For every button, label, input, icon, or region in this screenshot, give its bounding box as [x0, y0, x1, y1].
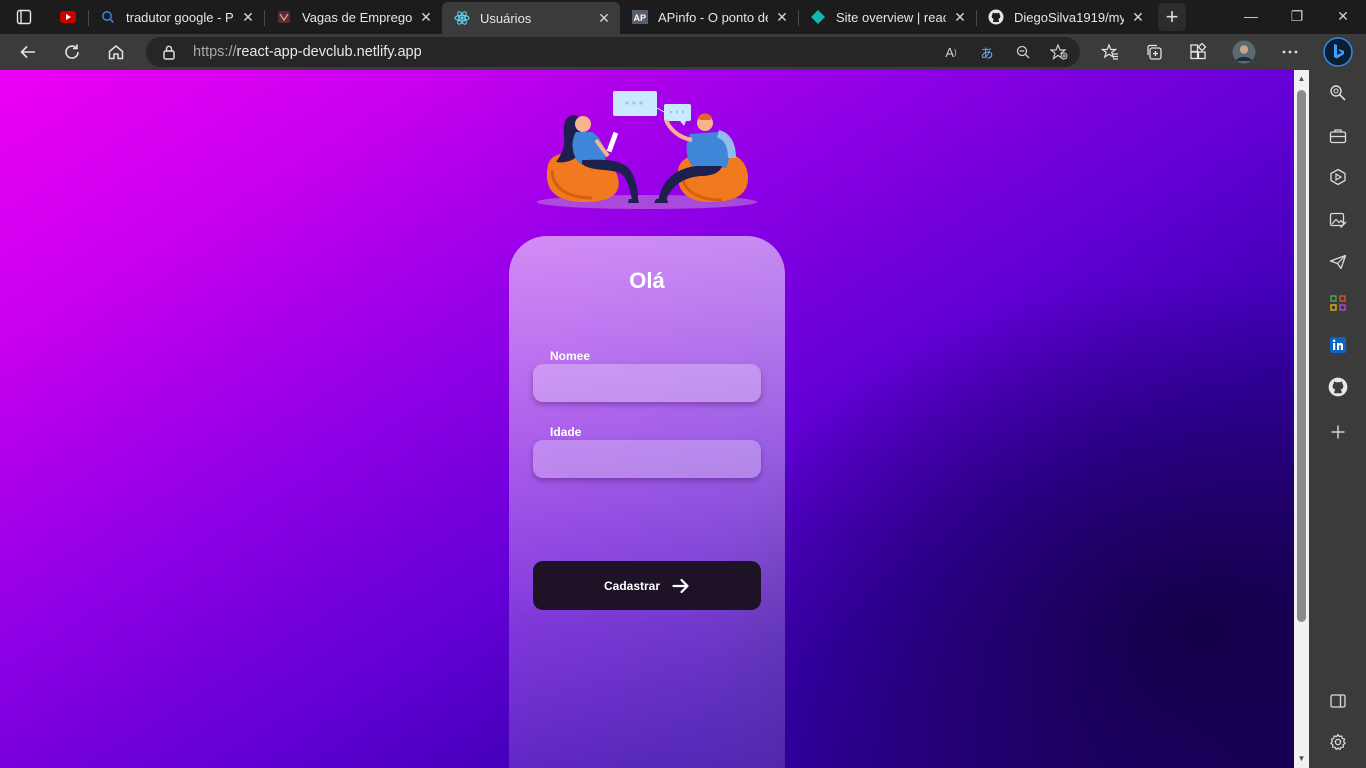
tab-netlify[interactable]: Site overview | react- ✕ — [798, 2, 976, 32]
address-bar[interactable]: https://react-app-devclub.netlify.app A)… — [146, 37, 1080, 67]
page-title: Olá — [629, 268, 665, 293]
tab-actions-button[interactable] — [6, 4, 42, 30]
apinfo-icon: AP — [632, 9, 648, 25]
bing-copilot-button[interactable] — [1322, 35, 1354, 69]
tab-close-button[interactable]: ✕ — [240, 9, 256, 25]
send-icon[interactable] — [1325, 249, 1351, 275]
tab-close-button[interactable]: ✕ — [418, 9, 434, 25]
home-button[interactable] — [100, 38, 132, 66]
favorites-icon — [1101, 43, 1118, 60]
minimize-button[interactable]: — — [1228, 0, 1274, 32]
bing-icon — [1323, 37, 1353, 67]
svg-text:AP: AP — [634, 13, 647, 23]
tab-actions-icon — [16, 9, 32, 25]
react-icon — [454, 10, 470, 26]
register-button[interactable]: Cadastrar — [533, 561, 761, 610]
linkedin-icon[interactable] — [1325, 332, 1351, 358]
age-label: Idade — [550, 425, 582, 439]
name-input[interactable] — [533, 364, 761, 402]
profile-button[interactable] — [1228, 38, 1260, 66]
people-chatting-illustration — [537, 91, 757, 209]
zoom-out-icon[interactable] — [1010, 41, 1036, 63]
search-icon[interactable] — [1325, 80, 1351, 106]
scroll-down-icon[interactable]: ▼ — [1297, 754, 1306, 763]
page-viewport: Olá Nomee Idade Cadastrar — [0, 70, 1294, 768]
tab-close-button[interactable]: ✕ — [952, 9, 968, 25]
search-icon — [100, 9, 116, 25]
tab-close-button[interactable]: ✕ — [774, 9, 790, 25]
register-button-label: Cadastrar — [603, 578, 661, 593]
tab-apinfo[interactable]: AP APinfo - O ponto de ✕ — [620, 2, 798, 32]
tab-strip: tradutor google - Pes ✕ Vagas de Emprego… — [0, 0, 1366, 34]
image-edit-icon[interactable] — [1325, 207, 1351, 233]
collections-icon — [1147, 44, 1162, 60]
youtube-icon — [60, 9, 76, 25]
briefcase-icon[interactable] — [1325, 123, 1351, 149]
more-icon — [1282, 50, 1298, 54]
tab-usuarios[interactable]: Usuários ✕ — [442, 2, 620, 34]
collections-button[interactable] — [1138, 38, 1170, 66]
more-options-button[interactable] — [1274, 38, 1306, 66]
github-icon — [988, 9, 1004, 25]
arrow-right-icon — [672, 578, 690, 594]
url-text: https://react-app-devclub.netlify.app — [193, 44, 422, 60]
age-input[interactable] — [533, 440, 761, 478]
restore-button[interactable]: ❐ — [1274, 0, 1320, 32]
page-scrollbar[interactable]: ▲ ▼ — [1294, 70, 1309, 768]
read-aloud-icon[interactable]: A) — [938, 41, 964, 63]
signup-card: Olá Nomee Idade Cadastrar — [509, 236, 785, 768]
new-tab-button[interactable]: + — [1158, 3, 1186, 31]
qr-icon[interactable] — [1325, 290, 1351, 316]
name-label: Nomee — [550, 349, 591, 363]
netlify-icon — [810, 9, 826, 25]
browser-toolbar: https://react-app-devclub.netlify.app A)… — [0, 34, 1366, 70]
edge-sidebar — [1309, 70, 1366, 768]
lock-icon — [162, 44, 176, 65]
add-icon[interactable] — [1325, 419, 1351, 445]
extensions-button[interactable] — [1182, 38, 1214, 66]
close-window-button[interactable]: ✕ — [1320, 0, 1366, 32]
favorites-button[interactable] — [1094, 38, 1126, 66]
tab-vagas[interactable]: Vagas de Emprego | ✕ — [264, 2, 442, 32]
add-favorite-icon[interactable] — [1046, 41, 1072, 63]
scrollbar-thumb[interactable] — [1297, 90, 1306, 622]
tab-tradutor[interactable]: tradutor google - Pes ✕ — [88, 2, 264, 32]
scroll-up-icon[interactable]: ▲ — [1297, 74, 1306, 83]
home-icon — [108, 45, 124, 60]
translate-icon[interactable]: あ — [974, 41, 1000, 63]
back-arrow-icon — [20, 45, 35, 59]
tab-youtube[interactable] — [48, 2, 88, 32]
games-icon[interactable] — [1325, 164, 1351, 190]
avatar — [1232, 40, 1256, 64]
github-icon[interactable] — [1325, 374, 1351, 400]
extensions-icon — [1190, 43, 1207, 60]
settings-icon[interactable] — [1325, 729, 1351, 755]
tab-close-button[interactable]: ✕ — [1130, 9, 1146, 25]
back-button[interactable] — [12, 38, 44, 66]
refresh-icon — [65, 44, 79, 59]
tab-github[interactable]: DiegoSilva1919/my-r ✕ — [976, 2, 1154, 32]
tab-close-button[interactable]: ✕ — [596, 10, 612, 26]
panel-icon[interactable] — [1325, 688, 1351, 714]
refresh-button[interactable] — [56, 38, 88, 66]
vagas-icon — [276, 9, 292, 25]
